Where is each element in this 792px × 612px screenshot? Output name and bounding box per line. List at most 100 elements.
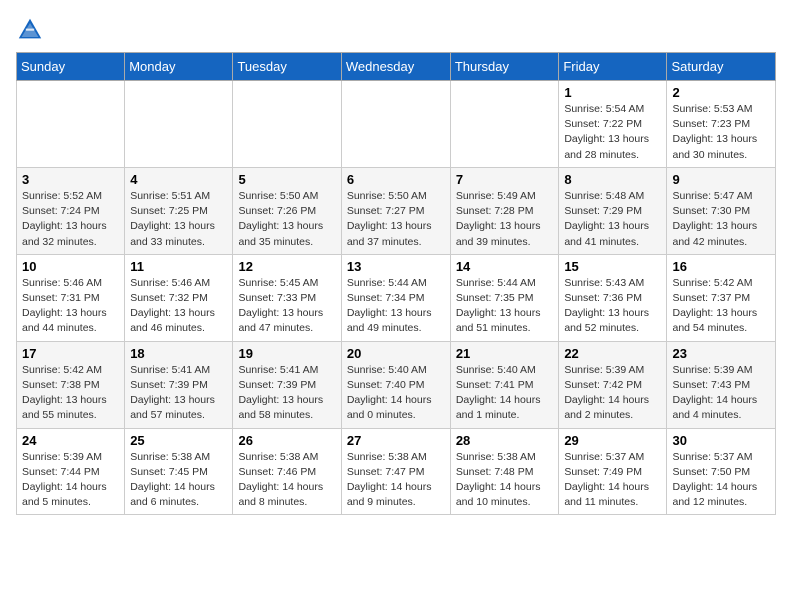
day-number: 15 bbox=[564, 259, 661, 274]
calendar-week-row: 3 Sunrise: 5:52 AMSunset: 7:24 PMDaylight… bbox=[17, 167, 776, 254]
calendar-week-row: 10 Sunrise: 5:46 AMSunset: 7:31 PMDayligh… bbox=[17, 254, 776, 341]
calendar-cell: 16 Sunrise: 5:42 AMSunset: 7:37 PMDayligh… bbox=[667, 254, 776, 341]
calendar-cell: 25 Sunrise: 5:38 AMSunset: 7:45 PMDayligh… bbox=[125, 428, 233, 515]
day-number: 16 bbox=[672, 259, 770, 274]
calendar-week-row: 24 Sunrise: 5:39 AMSunset: 7:44 PMDayligh… bbox=[17, 428, 776, 515]
header-wednesday: Wednesday bbox=[341, 53, 450, 81]
calendar-cell: 21 Sunrise: 5:40 AMSunset: 7:41 PMDayligh… bbox=[450, 341, 559, 428]
calendar-cell bbox=[450, 81, 559, 168]
day-number: 14 bbox=[456, 259, 554, 274]
day-info: Sunrise: 5:45 AMSunset: 7:33 PMDaylight:… bbox=[238, 276, 335, 337]
day-number: 24 bbox=[22, 433, 119, 448]
calendar-cell: 8Sunrise: 5:48 AMSunset: 7:29 PMDaylight… bbox=[559, 167, 667, 254]
day-number: 17 bbox=[22, 346, 119, 361]
day-number: 12 bbox=[238, 259, 335, 274]
day-info: Sunrise: 5:40 AMSunset: 7:41 PMDaylight:… bbox=[456, 363, 554, 424]
header-friday: Friday bbox=[559, 53, 667, 81]
day-info: Sunrise: 5:44 AMSunset: 7:34 PMDaylight:… bbox=[347, 276, 445, 337]
calendar-cell bbox=[125, 81, 233, 168]
day-info: Sunrise: 5:50 AMSunset: 7:26 PMDaylight:… bbox=[238, 189, 335, 250]
day-info: Sunrise: 5:43 AMSunset: 7:36 PMDaylight:… bbox=[564, 276, 661, 337]
day-info: Sunrise: 5:37 AMSunset: 7:49 PMDaylight:… bbox=[564, 450, 661, 511]
day-info: Sunrise: 5:52 AMSunset: 7:24 PMDaylight:… bbox=[22, 189, 119, 250]
header-thursday: Thursday bbox=[450, 53, 559, 81]
day-info: Sunrise: 5:37 AMSunset: 7:50 PMDaylight:… bbox=[672, 450, 770, 511]
calendar-cell: 23 Sunrise: 5:39 AMSunset: 7:43 PMDayligh… bbox=[667, 341, 776, 428]
day-info: Sunrise: 5:46 AMSunset: 7:31 PMDaylight:… bbox=[22, 276, 119, 337]
day-info: Sunrise: 5:39 AMSunset: 7:42 PMDaylight:… bbox=[564, 363, 661, 424]
day-info: Sunrise: 5:51 AMSunset: 7:25 PMDaylight:… bbox=[130, 189, 227, 250]
day-info: Sunrise: 5:42 AMSunset: 7:37 PMDaylight:… bbox=[672, 276, 770, 337]
logo bbox=[16, 16, 48, 44]
day-number: 26 bbox=[238, 433, 335, 448]
day-info: Sunrise: 5:38 AMSunset: 7:46 PMDaylight:… bbox=[238, 450, 335, 511]
day-info: Sunrise: 5:50 AMSunset: 7:27 PMDaylight:… bbox=[347, 189, 445, 250]
header-monday: Monday bbox=[125, 53, 233, 81]
day-number: 30 bbox=[672, 433, 770, 448]
day-number: 21 bbox=[456, 346, 554, 361]
calendar-cell: 4 Sunrise: 5:51 AMSunset: 7:25 PMDaylight… bbox=[125, 167, 233, 254]
day-info: Sunrise: 5:42 AMSunset: 7:38 PMDaylight:… bbox=[22, 363, 119, 424]
calendar-cell: 22 Sunrise: 5:39 AMSunset: 7:42 PMDayligh… bbox=[559, 341, 667, 428]
day-number: 6 bbox=[347, 172, 445, 187]
calendar-cell: 1 Sunrise: 5:54 AMSunset: 7:22 PMDaylight… bbox=[559, 81, 667, 168]
day-number: 4 bbox=[130, 172, 227, 187]
header-saturday: Saturday bbox=[667, 53, 776, 81]
calendar-cell: 17 Sunrise: 5:42 AMSunset: 7:38 PMDayligh… bbox=[17, 341, 125, 428]
header-sunday: Sunday bbox=[17, 53, 125, 81]
calendar-cell: 15 Sunrise: 5:43 AMSunset: 7:36 PMDayligh… bbox=[559, 254, 667, 341]
calendar-cell: 11Sunrise: 5:46 AMSunset: 7:32 PMDayligh… bbox=[125, 254, 233, 341]
calendar-cell: 29 Sunrise: 5:37 AMSunset: 7:49 PMDayligh… bbox=[559, 428, 667, 515]
day-info: Sunrise: 5:41 AMSunset: 7:39 PMDaylight:… bbox=[238, 363, 335, 424]
header-tuesday: Tuesday bbox=[233, 53, 341, 81]
day-number: 29 bbox=[564, 433, 661, 448]
calendar-cell: 18Sunrise: 5:41 AMSunset: 7:39 PMDayligh… bbox=[125, 341, 233, 428]
day-number: 9 bbox=[672, 172, 770, 187]
day-number: 2 bbox=[672, 85, 770, 100]
day-number: 22 bbox=[564, 346, 661, 361]
day-info: Sunrise: 5:38 AMSunset: 7:45 PMDaylight:… bbox=[130, 450, 227, 511]
calendar-cell: 30 Sunrise: 5:37 AMSunset: 7:50 PMDayligh… bbox=[667, 428, 776, 515]
calendar-cell: 5 Sunrise: 5:50 AMSunset: 7:26 PMDaylight… bbox=[233, 167, 341, 254]
day-info: Sunrise: 5:40 AMSunset: 7:40 PMDaylight:… bbox=[347, 363, 445, 424]
day-info: Sunrise: 5:44 AMSunset: 7:35 PMDaylight:… bbox=[456, 276, 554, 337]
day-info: Sunrise: 5:49 AMSunset: 7:28 PMDaylight:… bbox=[456, 189, 554, 250]
day-number: 18 bbox=[130, 346, 227, 361]
day-number: 20 bbox=[347, 346, 445, 361]
calendar-cell: 20 Sunrise: 5:40 AMSunset: 7:40 PMDayligh… bbox=[341, 341, 450, 428]
calendar-cell: 14 Sunrise: 5:44 AMSunset: 7:35 PMDayligh… bbox=[450, 254, 559, 341]
calendar-cell: 3 Sunrise: 5:52 AMSunset: 7:24 PMDaylight… bbox=[17, 167, 125, 254]
day-number: 23 bbox=[672, 346, 770, 361]
calendar-cell: 10 Sunrise: 5:46 AMSunset: 7:31 PMDayligh… bbox=[17, 254, 125, 341]
calendar-cell: 13 Sunrise: 5:44 AMSunset: 7:34 PMDayligh… bbox=[341, 254, 450, 341]
calendar-cell: 2 Sunrise: 5:53 AMSunset: 7:23 PMDaylight… bbox=[667, 81, 776, 168]
calendar-cell bbox=[341, 81, 450, 168]
day-number: 28 bbox=[456, 433, 554, 448]
calendar-week-row: 1 Sunrise: 5:54 AMSunset: 7:22 PMDaylight… bbox=[17, 81, 776, 168]
day-number: 13 bbox=[347, 259, 445, 274]
calendar-cell: 26 Sunrise: 5:38 AMSunset: 7:46 PMDayligh… bbox=[233, 428, 341, 515]
day-info: Sunrise: 5:54 AMSunset: 7:22 PMDaylight:… bbox=[564, 102, 661, 163]
calendar-cell: 28 Sunrise: 5:38 AMSunset: 7:48 PMDayligh… bbox=[450, 428, 559, 515]
calendar-cell: 27 Sunrise: 5:38 AMSunset: 7:47 PMDayligh… bbox=[341, 428, 450, 515]
day-info: Sunrise: 5:38 AMSunset: 7:47 PMDaylight:… bbox=[347, 450, 445, 511]
day-info: Sunrise: 5:39 AMSunset: 7:44 PMDaylight:… bbox=[22, 450, 119, 511]
day-number: 10 bbox=[22, 259, 119, 274]
day-info: Sunrise: 5:39 AMSunset: 7:43 PMDaylight:… bbox=[672, 363, 770, 424]
calendar-week-row: 17 Sunrise: 5:42 AMSunset: 7:38 PMDayligh… bbox=[17, 341, 776, 428]
calendar-cell bbox=[17, 81, 125, 168]
day-info: Sunrise: 5:38 AMSunset: 7:48 PMDaylight:… bbox=[456, 450, 554, 511]
calendar-header-row: SundayMondayTuesdayWednesdayThursdayFrid… bbox=[17, 53, 776, 81]
day-number: 27 bbox=[347, 433, 445, 448]
day-info: Sunrise: 5:53 AMSunset: 7:23 PMDaylight:… bbox=[672, 102, 770, 163]
page-header bbox=[16, 16, 776, 44]
day-number: 1 bbox=[564, 85, 661, 100]
day-number: 5 bbox=[238, 172, 335, 187]
day-number: 19 bbox=[238, 346, 335, 361]
day-number: 25 bbox=[130, 433, 227, 448]
day-number: 11 bbox=[130, 259, 227, 274]
logo-icon bbox=[16, 16, 44, 44]
day-number: 3 bbox=[22, 172, 119, 187]
calendar-cell: 7Sunrise: 5:49 AMSunset: 7:28 PMDaylight… bbox=[450, 167, 559, 254]
calendar-cell: 6 Sunrise: 5:50 AMSunset: 7:27 PMDaylight… bbox=[341, 167, 450, 254]
